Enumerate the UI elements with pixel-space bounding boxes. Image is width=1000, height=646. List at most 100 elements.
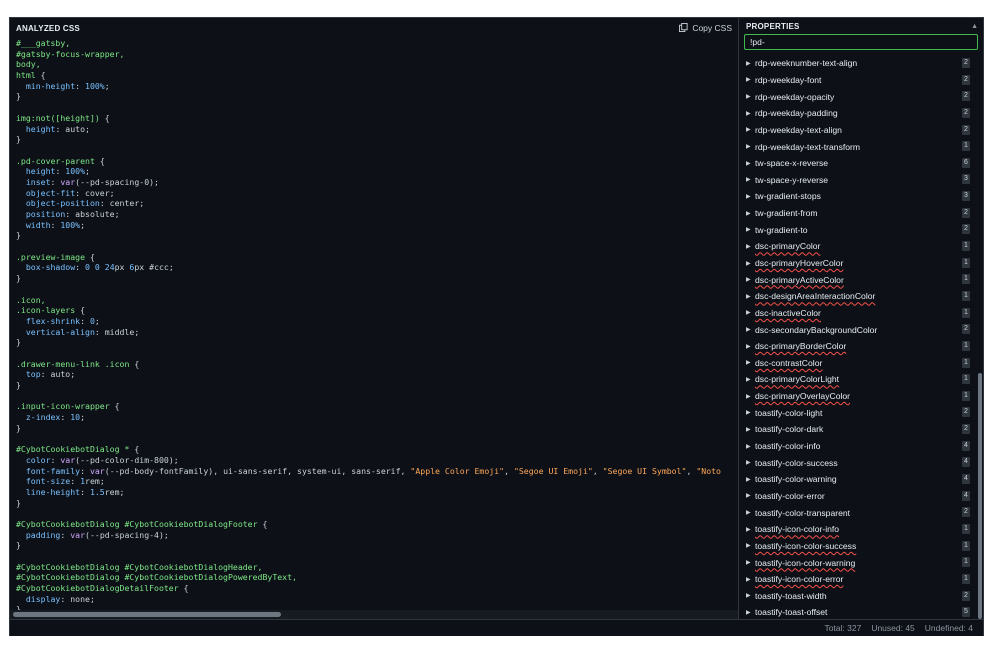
expand-caret-icon[interactable]: ▶ bbox=[746, 443, 755, 450]
expand-caret-icon[interactable]: ▶ bbox=[746, 309, 755, 316]
code-line: #CybotCookiebotDialogDetailFooter { bbox=[16, 583, 732, 594]
code-token: ; bbox=[85, 166, 90, 177]
expand-caret-icon[interactable]: ▶ bbox=[746, 160, 755, 167]
expand-caret-icon[interactable]: ▶ bbox=[746, 126, 755, 133]
expand-caret-icon[interactable]: ▶ bbox=[746, 210, 755, 217]
property-row[interactable]: ▶ toastify-icon-color-error 1 bbox=[740, 571, 976, 588]
property-row[interactable]: ▶ toastify-toast-width 2 bbox=[740, 588, 976, 605]
code-line: img:not([height]) { bbox=[16, 113, 732, 124]
horizontal-scrollbar[interactable] bbox=[10, 610, 738, 619]
expand-caret-icon[interactable]: ▶ bbox=[746, 276, 755, 283]
vertical-scrollbar-thumb[interactable] bbox=[978, 373, 982, 619]
expand-caret-icon[interactable]: ▶ bbox=[746, 343, 755, 350]
expand-caret-icon[interactable]: ▶ bbox=[746, 226, 755, 233]
expand-caret-icon[interactable]: ▶ bbox=[746, 176, 755, 183]
expand-caret-icon[interactable]: ▶ bbox=[746, 459, 755, 466]
property-row[interactable]: ▶ rdp-weekday-opacity 2 bbox=[740, 88, 976, 105]
property-row[interactable]: ▶ tw-space-y-reverse 3 bbox=[740, 171, 976, 188]
code-token: #CybotCookiebotDialogDetailFooter bbox=[16, 583, 184, 594]
code-token: } bbox=[16, 230, 21, 241]
property-row[interactable]: ▶ rdp-weeknumber-text-align 2 bbox=[740, 55, 976, 72]
property-row[interactable]: ▶ tw-space-x-reverse 6 bbox=[740, 155, 976, 172]
code-token: object-fit bbox=[16, 187, 76, 198]
expand-caret-icon[interactable]: ▶ bbox=[746, 76, 755, 83]
expand-caret-icon[interactable]: ▶ bbox=[746, 393, 755, 400]
property-row[interactable]: ▶ toastify-icon-color-warning 1 bbox=[740, 554, 976, 571]
property-row[interactable]: ▶ toastify-color-transparent 2 bbox=[740, 504, 976, 521]
property-row[interactable]: ▶ toastify-color-light 2 bbox=[740, 404, 976, 421]
property-row[interactable]: ▶ toastify-color-warning 4 bbox=[740, 471, 976, 488]
code-token: rem bbox=[85, 476, 100, 487]
expand-caret-icon[interactable]: ▶ bbox=[746, 609, 755, 616]
expand-caret-icon[interactable]: ▶ bbox=[746, 193, 755, 200]
property-row[interactable]: ▶ rdp-weekday-font 2 bbox=[740, 72, 976, 89]
property-name: toastify-color-transparent bbox=[755, 507, 851, 518]
expand-caret-icon[interactable]: ▶ bbox=[746, 359, 755, 366]
horizontal-scrollbar-thumb[interactable] bbox=[13, 612, 281, 617]
property-row[interactable]: ▶ dsc-primaryActiveColor 1 bbox=[740, 271, 976, 288]
vertical-scrollbar[interactable] bbox=[976, 55, 984, 619]
property-row[interactable]: ▶ dsc-primaryBorderColor 1 bbox=[740, 338, 976, 355]
expand-caret-icon[interactable]: ▶ bbox=[746, 293, 755, 300]
property-row[interactable]: ▶ dsc-inactiveColor 1 bbox=[740, 305, 976, 322]
expand-caret-icon[interactable]: ▶ bbox=[746, 559, 755, 566]
sort-arrows-icon[interactable]: ▲ bbox=[971, 23, 978, 30]
property-row[interactable]: ▶ toastify-color-error 4 bbox=[740, 488, 976, 505]
expand-caret-icon[interactable]: ▶ bbox=[746, 592, 755, 599]
property-name: toastify-icon-color-info bbox=[755, 524, 840, 535]
expand-caret-icon[interactable]: ▶ bbox=[746, 426, 755, 433]
property-row[interactable]: ▶ dsc-primaryHoverColor 1 bbox=[740, 255, 976, 272]
expand-caret-icon[interactable]: ▶ bbox=[746, 376, 755, 383]
property-name: dsc-primaryOverlayColor bbox=[755, 391, 851, 402]
code-line: } bbox=[16, 540, 732, 551]
expand-caret-icon[interactable]: ▶ bbox=[746, 326, 755, 333]
expand-caret-icon[interactable]: ▶ bbox=[746, 260, 755, 267]
expand-caret-icon[interactable]: ▶ bbox=[746, 110, 755, 117]
property-row[interactable]: ▶ rdp-weekday-padding 2 bbox=[740, 105, 976, 122]
property-row[interactable]: ▶ rdp-weekday-text-align 2 bbox=[740, 122, 976, 139]
expand-caret-icon[interactable]: ▶ bbox=[746, 576, 755, 583]
copy-css-button[interactable]: Copy CSS bbox=[679, 22, 732, 34]
css-code-view[interactable]: #___gatsby, #gatsby-focus-wrapper, body, ht… bbox=[10, 38, 738, 610]
expand-caret-icon[interactable]: ▶ bbox=[746, 143, 755, 150]
property-row[interactable]: ▶ toastify-color-dark 2 bbox=[740, 421, 976, 438]
property-row[interactable]: ▶ toastify-color-info 4 bbox=[740, 438, 976, 455]
property-row[interactable]: ▶ dsc-designAreaInteractionColor 1 bbox=[740, 288, 976, 305]
property-row[interactable]: ▶ toastify-toast-offset 5 bbox=[740, 604, 976, 619]
expand-caret-icon[interactable]: ▶ bbox=[746, 476, 755, 483]
property-row[interactable]: ▶ toastify-icon-color-info 1 bbox=[740, 521, 976, 538]
expand-caret-icon[interactable]: ▶ bbox=[746, 492, 755, 499]
property-row[interactable]: ▶ dsc-primaryColorLight 1 bbox=[740, 371, 976, 388]
property-row[interactable]: ▶ dsc-contrastColor 1 bbox=[740, 355, 976, 372]
property-row[interactable]: ▶ tw-gradient-stops 3 bbox=[740, 188, 976, 205]
property-row[interactable]: ▶ dsc-primaryOverlayColor 1 bbox=[740, 388, 976, 405]
property-name: toastify-toast-offset bbox=[755, 607, 828, 618]
property-row[interactable]: ▶ tw-gradient-to 2 bbox=[740, 221, 976, 238]
expand-caret-icon[interactable]: ▶ bbox=[746, 409, 755, 416]
property-row[interactable]: ▶ rdp-weekday-text-transform 1 bbox=[740, 138, 976, 155]
property-filter-input[interactable] bbox=[744, 34, 978, 50]
property-row[interactable]: ▶ toastify-color-success 4 bbox=[740, 454, 976, 471]
code-line: } bbox=[16, 230, 732, 241]
code-token: ; bbox=[99, 476, 105, 487]
usage-count-badge: 1 bbox=[962, 573, 970, 584]
property-name: dsc-primaryColor bbox=[755, 241, 821, 252]
code-token: var bbox=[60, 454, 76, 465]
code-token: ; bbox=[89, 593, 95, 604]
property-row[interactable]: ▶ dsc-secondaryBackgroundColor 2 bbox=[740, 321, 976, 338]
property-row[interactable]: ▶ tw-gradient-from 2 bbox=[740, 205, 976, 222]
expand-caret-icon[interactable]: ▶ bbox=[746, 526, 755, 533]
expand-caret-icon[interactable]: ▶ bbox=[746, 542, 755, 549]
expand-caret-icon[interactable]: ▶ bbox=[746, 60, 755, 67]
expand-caret-icon[interactable]: ▶ bbox=[746, 93, 755, 100]
properties-list: ▶ rdp-weeknumber-text-align 2 ▶ rdp-weekday-… bbox=[740, 55, 976, 619]
property-row[interactable]: ▶ toastify-icon-color-success 1 bbox=[740, 538, 976, 555]
expand-caret-icon[interactable]: ▶ bbox=[746, 509, 755, 516]
property-row[interactable]: ▶ dsc-primaryColor 1 bbox=[740, 238, 976, 255]
code-token: : bbox=[60, 593, 71, 604]
code-token: : bbox=[94, 326, 105, 337]
usage-count-badge: 3 bbox=[962, 191, 970, 202]
usage-count-badge: 2 bbox=[962, 207, 970, 218]
expand-caret-icon[interactable]: ▶ bbox=[746, 243, 755, 250]
